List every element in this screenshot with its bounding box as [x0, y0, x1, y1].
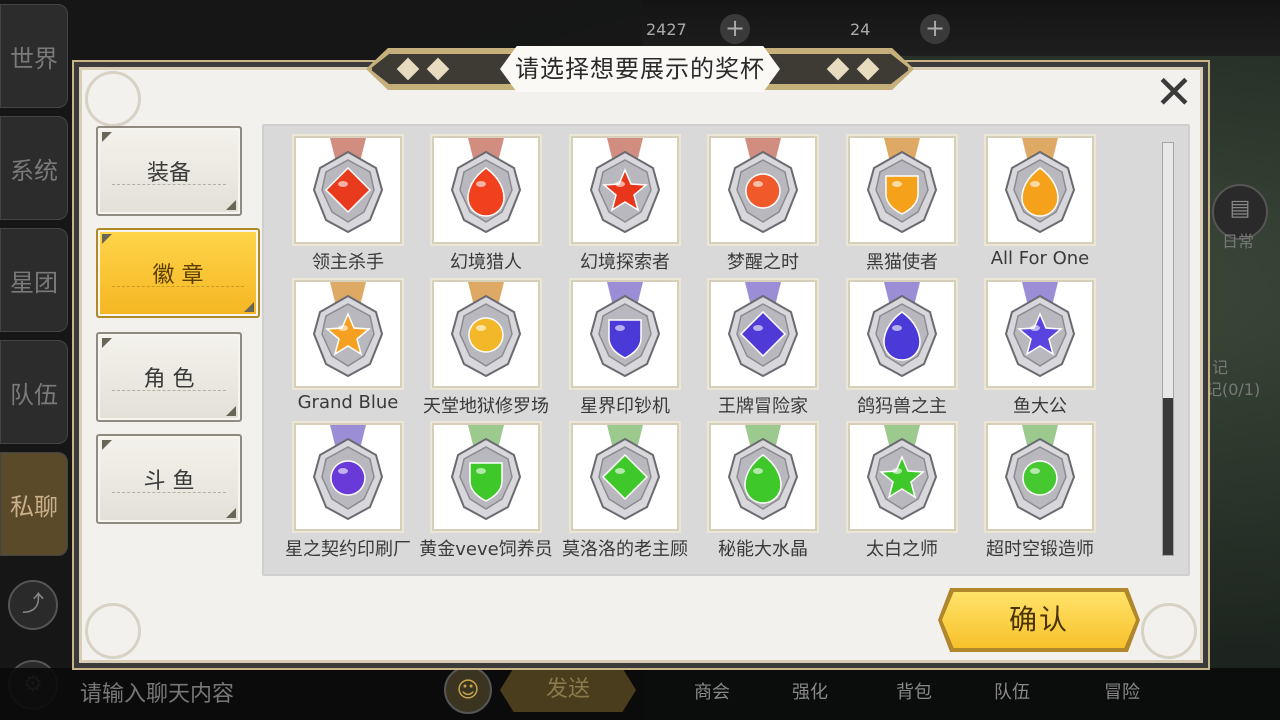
corner-ornament [1141, 603, 1197, 659]
medal-icon [589, 282, 661, 378]
trophy-frame[interactable] [294, 280, 402, 388]
medal-icon [450, 138, 522, 234]
medal-icon [312, 425, 384, 521]
trophy-label: All For One [990, 248, 1090, 269]
dialog-title-banner: 请选择想要展示的奖杯 [366, 44, 914, 94]
medal-icon [312, 282, 384, 378]
trophy-frame[interactable] [432, 136, 540, 244]
trophy-item[interactable]: 星界印钞机 [539, 268, 679, 417]
category-tab-label: 斗 鱼 [143, 469, 195, 494]
trophy-item[interactable]: 领主杀手 [262, 124, 402, 273]
trophy-frame[interactable] [986, 280, 1094, 388]
resource-counter-2: 24 [850, 20, 871, 39]
trophy-frame[interactable] [848, 423, 956, 531]
trophy-item[interactable]: 天堂地狱修罗场 [400, 268, 549, 417]
trophy-label: 超时空锻造师 [986, 539, 1094, 560]
trophy-item[interactable]: 黑猫使者 [816, 124, 956, 273]
medal-icon [589, 425, 661, 521]
trophy-item[interactable]: 莫洛洛的老主顾 [539, 411, 688, 560]
trophy-frame[interactable] [709, 136, 817, 244]
trophy-frame[interactable] [709, 423, 817, 531]
chat-input[interactable]: 请输入聊天内容 [80, 676, 234, 708]
trophy-item[interactable]: Grand Blue [262, 268, 402, 413]
trophy-frame[interactable] [986, 136, 1094, 244]
corner-ornament [85, 71, 141, 127]
category-tab-label: 徽 章 [152, 263, 204, 288]
confirm-button[interactable]: 确认 [938, 588, 1140, 652]
medal-icon [866, 282, 938, 378]
trophy-frame[interactable] [986, 423, 1094, 531]
medal-icon [1004, 138, 1076, 234]
medal-icon [866, 425, 938, 521]
trophy-frame[interactable] [432, 423, 540, 531]
scrollbar-thumb[interactable] [1163, 398, 1173, 555]
trophy-item[interactable]: 王牌冒险家 [677, 268, 817, 417]
trophy-scrollbar[interactable] [1162, 142, 1174, 556]
quest-progress: 记(0/1) [1206, 380, 1261, 399]
trophy-frame[interactable] [571, 423, 679, 531]
trophy-frame[interactable] [432, 280, 540, 388]
trophy-frame[interactable] [571, 136, 679, 244]
menu-team[interactable]: 队伍 [994, 678, 1030, 704]
trophy-frame[interactable] [294, 136, 402, 244]
daily-label: 日常 [1222, 232, 1255, 251]
chat-tab-system[interactable]: 系统 [0, 116, 68, 220]
corner-ornament [85, 603, 141, 659]
medal-icon [312, 138, 384, 234]
close-icon[interactable]: ✕ [1144, 69, 1204, 122]
trophy-item[interactable]: All For One [954, 124, 1094, 269]
trophy-frame[interactable] [709, 280, 817, 388]
trophy-frame[interactable] [571, 280, 679, 388]
trophy-item[interactable]: 黄金veve饲养员 [400, 411, 553, 560]
chat-tab-private[interactable]: 私聊 [0, 452, 68, 556]
chat-tab-guild[interactable]: 星团 [0, 228, 68, 332]
chat-tab-world[interactable]: 世界 [0, 4, 68, 108]
dialog-title: 请选择想要展示的奖杯 [500, 46, 780, 92]
medal-icon [1004, 282, 1076, 378]
trophy-item[interactable]: 星之契约印刷厂 [262, 411, 411, 560]
menu-enhance[interactable]: 强化 [792, 678, 828, 704]
medal-icon [450, 425, 522, 521]
medal-icon [727, 138, 799, 234]
add-resource-2-button[interactable]: + [920, 14, 950, 44]
medal-icon [450, 282, 522, 378]
medal-icon [1004, 425, 1076, 521]
trophy-item[interactable]: 鸽犸兽之主 [816, 268, 956, 417]
category-tab-label: 角 色 [143, 367, 195, 392]
add-resource-1-button[interactable]: + [720, 14, 750, 44]
chat-tab-team[interactable]: 队伍 [0, 340, 68, 444]
confirm-button-label: 确认 [1008, 603, 1069, 636]
category-tab-fish[interactable]: 斗 鱼 [96, 434, 242, 524]
trophy-frame[interactable] [294, 423, 402, 531]
share-icon[interactable]: ⤴ [8, 580, 58, 630]
send-button[interactable]: 发送 [500, 668, 636, 712]
menu-bag[interactable]: 背包 [896, 678, 932, 704]
medal-icon [866, 138, 938, 234]
menu-trade[interactable]: 商会 [694, 678, 730, 704]
category-tab-label: 装备 [146, 161, 191, 186]
trophy-item[interactable]: 秘能大水晶 [677, 411, 817, 560]
trophy-item[interactable]: 幻境猎人 [400, 124, 540, 273]
trophy-item[interactable]: 幻境探索者 [539, 124, 679, 273]
menu-adventure[interactable]: 冒险 [1104, 678, 1140, 704]
trophy-frame[interactable] [848, 280, 956, 388]
resource-counter-1: 2427 [646, 20, 687, 39]
trophy-item[interactable]: 鱼大公 [954, 268, 1094, 417]
quest-label: 记 [1212, 358, 1229, 377]
medal-icon [727, 282, 799, 378]
emoji-icon[interactable]: ☺ [444, 666, 492, 714]
category-tab-character[interactable]: 角 色 [96, 332, 242, 422]
trophy-item[interactable]: 超时空锻造师 [954, 411, 1094, 560]
trophy-item[interactable]: 太白之师 [816, 411, 956, 560]
trophy-item[interactable]: 梦醒之时 [677, 124, 817, 273]
category-tab-equipment[interactable]: 装备 [96, 126, 242, 216]
medal-icon [589, 138, 661, 234]
trophy-frame[interactable] [848, 136, 956, 244]
category-tab-badge[interactable]: 徽 章 [96, 228, 260, 318]
medal-icon [727, 425, 799, 521]
